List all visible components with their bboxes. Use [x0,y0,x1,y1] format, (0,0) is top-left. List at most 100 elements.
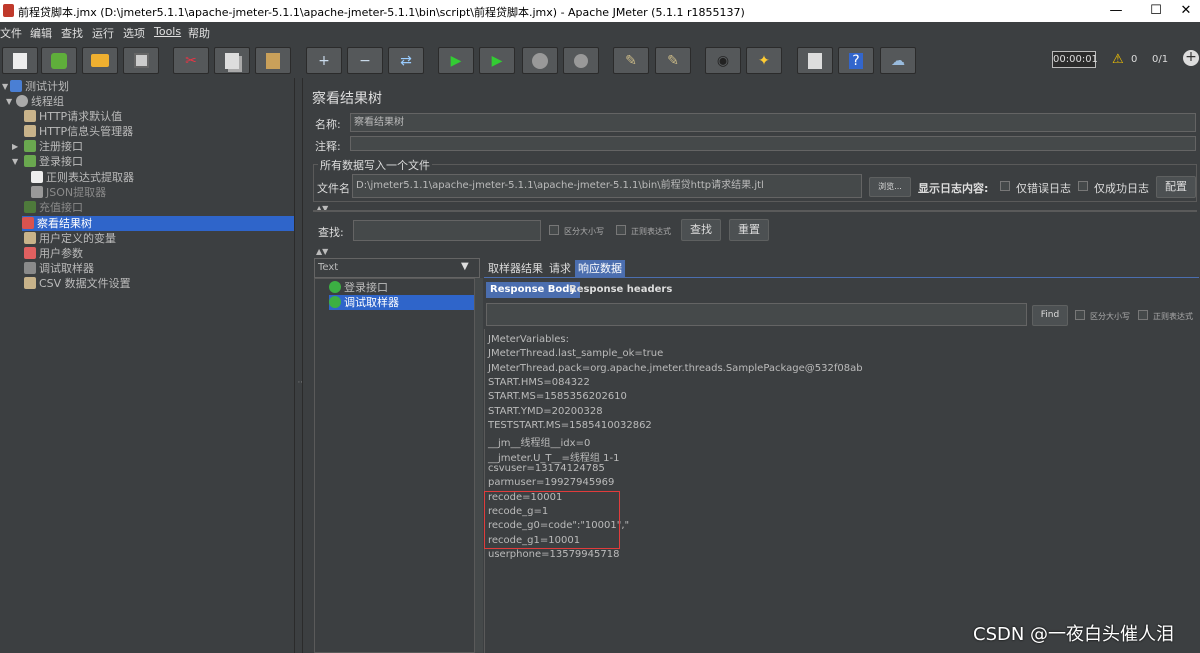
chevron-right-icon[interactable]: ▶ [12,142,18,151]
close-button[interactable]: ✕ [1166,1,1200,21]
search-binoculars-icon[interactable]: ◉ [705,47,741,74]
success-shield-icon [329,296,341,308]
function-helper-icon[interactable] [797,47,833,74]
start-icon[interactable]: ▶ [438,47,474,74]
active-threads: 0/1 [1152,54,1169,65]
errors-only-checkbox[interactable] [1000,181,1010,191]
menu-file[interactable]: 文件 [0,25,22,41]
start-no-pause-icon[interactable]: ▶ [479,47,515,74]
chevron-down-icon[interactable]: ▼ [461,261,469,272]
sampler-pen-icon [24,155,36,167]
chevron-down-icon[interactable]: ▼ [12,157,18,166]
tree-item-json-extractor[interactable]: JSON提取器 [31,185,106,200]
find-button[interactable]: 查找 [681,219,721,241]
clear-all-icon[interactable]: ✎ [655,47,691,74]
tree-item-regex-extractor[interactable]: 正则表达式提取器 [31,170,134,185]
sampler-pen-icon [24,201,36,213]
collapse-arrows-icon[interactable]: ▲▼ [316,247,328,256]
name-label: 名称: [315,118,341,131]
clear-icon[interactable]: ✎ [613,47,649,74]
toolbar: ✂ + − ⇄ ▶ ▶ ✎ ✎ ◉ ✦ ? ☁ [0,42,1200,78]
response-case-checkbox[interactable] [1075,310,1085,320]
params-icon [24,247,36,259]
jmeter-app-icon [3,4,14,17]
wrench-icon [24,277,36,289]
name-field[interactable]: 察看结果树 [350,113,1196,132]
expand-log-icon[interactable]: + [1183,50,1199,66]
menu-help[interactable]: 帮助 [188,25,210,41]
open-icon[interactable] [82,47,118,74]
tab-response-headers[interactable]: Response headers [565,282,676,298]
chevron-down-icon[interactable]: ▼ [6,97,12,106]
file-name-label: 文件名 [317,182,350,195]
success-only-checkbox[interactable] [1078,181,1088,191]
save-icon[interactable] [123,47,159,74]
reset-button[interactable]: 重置 [729,219,769,241]
tab-request[interactable]: 请求 [546,260,574,277]
expand-all-icon[interactable]: + [306,47,342,74]
tree-item-thread-group[interactable]: 线程组 [16,94,64,109]
regex-checkbox[interactable] [616,225,626,235]
chart-icon [22,217,34,229]
menu-run[interactable]: 运行 [92,25,114,41]
stop-icon[interactable] [522,47,558,74]
tree-item-http-defaults[interactable]: HTTP请求默认值 [24,109,122,124]
tree-item-login[interactable]: 登录接口 [24,154,83,169]
menu-edit[interactable]: 编辑 [30,25,52,41]
tree-item-recharge[interactable]: 充值接口 [24,200,83,215]
menu-tools[interactable]: Tools [154,25,181,38]
tree-item-csv-config[interactable]: CSV 数据文件设置 [24,276,131,291]
comment-field[interactable] [350,136,1196,151]
tree-item-test-plan[interactable]: 测试计划 [10,79,69,94]
new-icon[interactable] [2,47,38,74]
help-icon[interactable]: ? [838,47,874,74]
browse-button[interactable]: 浏览... [869,177,911,197]
renderer-select[interactable]: Text [314,258,480,278]
configure-button[interactable]: 配置 [1156,176,1196,198]
tree-item-view-results-tree[interactable]: 察看结果树 [22,216,294,231]
response-line: __jmeter.U_T__=线程组 1-1 [488,453,620,464]
test-plan-icon [10,80,22,92]
minimize-button[interactable]: — [1096,1,1136,21]
menu-options[interactable]: 选项 [123,25,145,41]
tab-sampler-result[interactable]: 取样器结果 [485,260,546,277]
response-line: csvuser=13174124785 [488,463,605,474]
response-find-button[interactable]: Find [1032,305,1068,326]
warning-icon[interactable]: ⚠ [1112,52,1124,67]
result-item-login[interactable]: 登录接口 [329,280,388,295]
result-item-debug-sampler[interactable]: 调试取样器 [329,295,474,310]
file-name-input[interactable]: D:\jmeter5.1.1\apache-jmeter-5.1.1\apach… [352,174,862,198]
tree-item-user-parameters[interactable]: 用户参数 [24,246,83,261]
shutdown-icon[interactable] [563,47,599,74]
regex-label: 正则表达式 [631,227,671,236]
response-line: JMeterVariables: [488,334,569,345]
paste-icon[interactable] [255,47,291,74]
document-icon [31,186,43,198]
tree-item-debug-sampler[interactable]: 调试取样器 [24,261,94,276]
search-input[interactable] [353,220,541,241]
menu-search[interactable]: 查找 [61,25,83,41]
tree-item-register[interactable]: 注册接口 [24,139,83,154]
success-only-label: 仅成功日志 [1094,182,1149,195]
chevron-down-icon[interactable]: ▼ [2,82,8,91]
cut-icon[interactable]: ✂ [173,47,209,74]
search-label: 查找: [318,226,344,239]
success-shield-icon [329,281,341,293]
templates-icon[interactable] [41,47,77,74]
toggle-icon[interactable]: ⇄ [388,47,424,74]
reset-search-icon[interactable]: ✦ [746,47,782,74]
results-scrollbar[interactable] [475,278,483,653]
tree-item-header-manager[interactable]: HTTP信息头管理器 [24,124,133,139]
response-search-input[interactable] [486,303,1027,326]
response-line: START.HMS=084322 [488,377,590,388]
tab-response-data[interactable]: 响应数据 [575,260,625,277]
divider [313,210,1197,212]
copy-icon[interactable] [214,47,250,74]
splitter-handle[interactable]: ⋮ [294,78,306,653]
menu-bar: 文件 编辑 查找 运行 选项 Tools 帮助 [0,22,1200,42]
case-sensitive-checkbox[interactable] [549,225,559,235]
remote-icon[interactable]: ☁ [880,47,916,74]
tree-item-user-variables[interactable]: 用户定义的变量 [24,231,116,246]
collapse-all-icon[interactable]: − [347,47,383,74]
response-regex-checkbox[interactable] [1138,310,1148,320]
